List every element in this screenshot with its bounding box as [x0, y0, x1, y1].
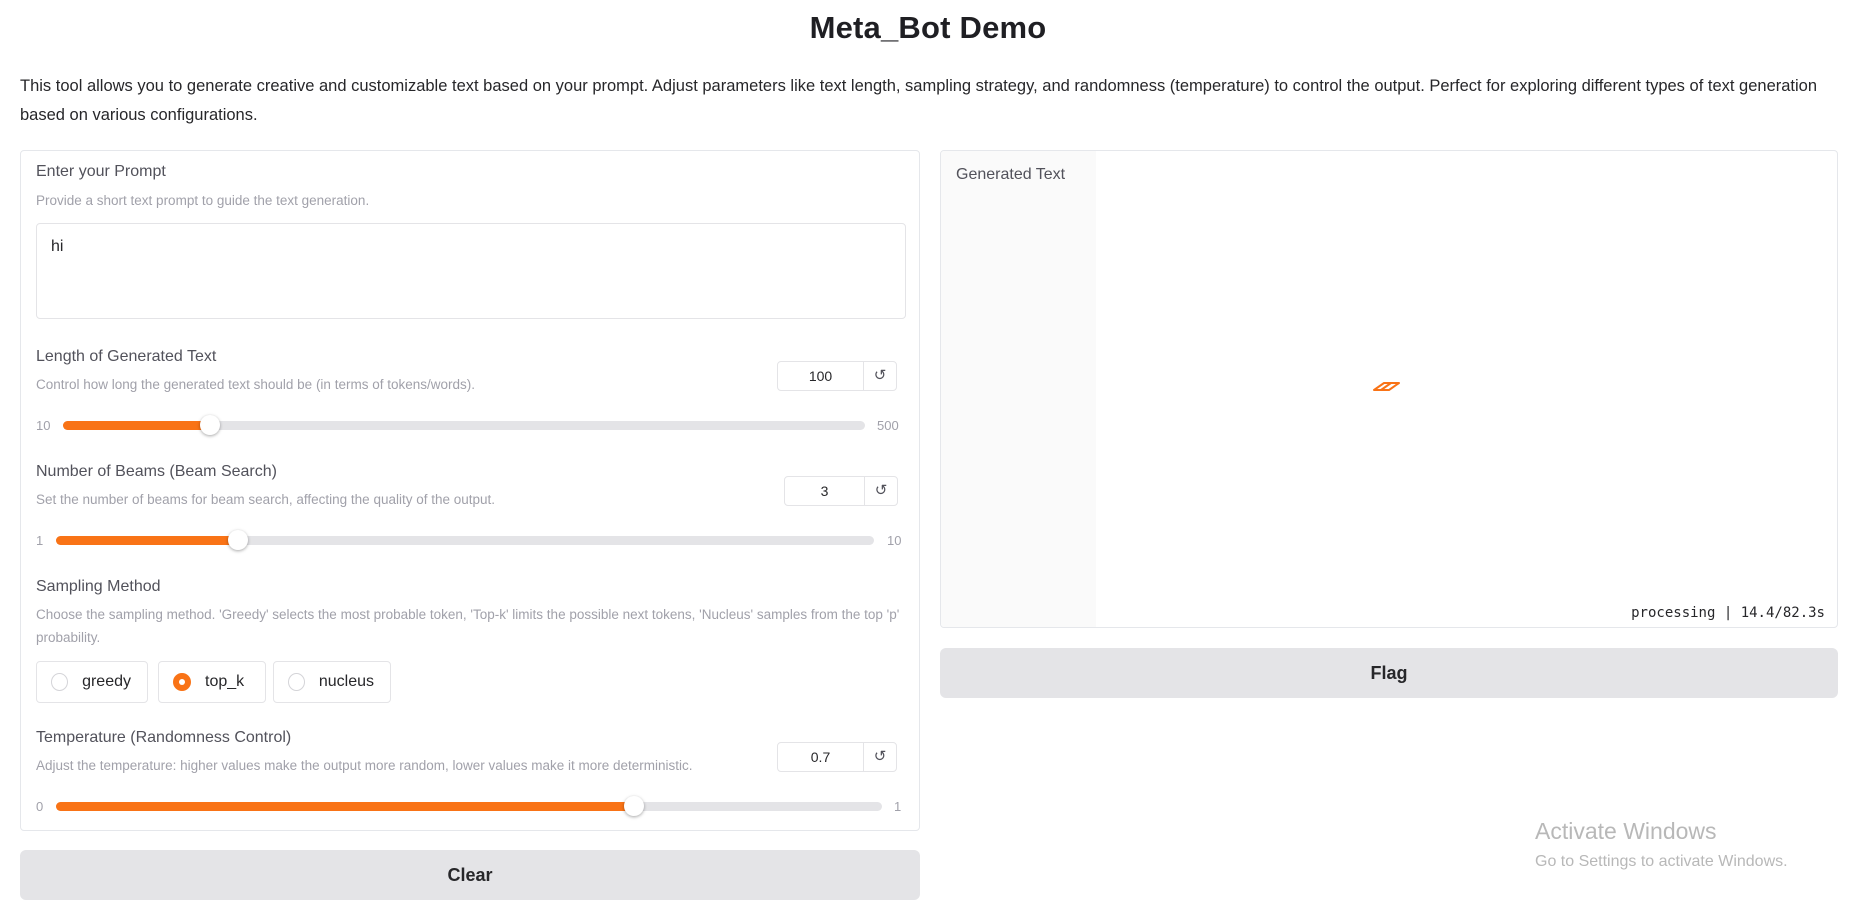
beams-slider-thumb[interactable] [227, 530, 248, 550]
temperature-value[interactable]: 0.7 [778, 743, 863, 771]
flag-button[interactable]: Flag [940, 648, 1838, 698]
prompt-label: Enter your Prompt [36, 163, 166, 180]
output-label-column [941, 151, 1096, 627]
output-label: Generated Text [956, 166, 1066, 183]
length-min: 10 [36, 418, 51, 433]
inputs-panel: Enter your Prompt Provide a short text p… [20, 150, 920, 831]
radio-greedy[interactable]: greedy [36, 661, 148, 703]
temperature-reset-icon[interactable]: ↺ [863, 743, 896, 771]
status-text: processing | 14.4/82.3s [1631, 605, 1825, 621]
sampling-info: Choose the sampling method. 'Greedy' sel… [36, 607, 900, 645]
length-reset-icon[interactable]: ↺ [863, 362, 896, 390]
beams-slider[interactable] [56, 530, 874, 550]
prompt-info: Provide a short text prompt to guide the… [36, 193, 370, 208]
temperature-number-input[interactable]: 0.7 ↺ [777, 742, 897, 772]
radio-greedy-label: greedy [82, 673, 131, 690]
radio-greedy-circle [51, 673, 69, 691]
watermark-subtitle: Go to Settings to activate Windows. [1535, 853, 1788, 870]
radio-nucleus-circle [288, 673, 305, 691]
beams-max: 10 [887, 533, 902, 548]
length-max: 500 [877, 418, 899, 433]
app-title: Meta_Bot Demo [809, 10, 1047, 45]
clear-button[interactable]: Clear [20, 850, 920, 900]
beams-min: 1 [36, 533, 44, 548]
temperature-info: Adjust the temperature: higher values ma… [36, 758, 693, 773]
temperature-slider-fill [56, 802, 635, 811]
output-panel: Generated Text processing | 14.4/82.3s [940, 150, 1838, 628]
prompt-input[interactable]: hi [36, 223, 906, 319]
radio-top-k-circle [173, 673, 191, 691]
beams-slider-fill [56, 536, 238, 545]
beams-number-input[interactable]: 3 ↺ [784, 476, 898, 506]
length-label: Length of Generated Text [36, 348, 217, 365]
beams-info: Set the number of beams for beam search,… [36, 492, 496, 507]
beams-value[interactable]: 3 [785, 477, 864, 505]
length-info: Control how long the generated text shou… [36, 377, 475, 392]
sampling-label: Sampling Method [36, 578, 161, 595]
radio-nucleus-label: nucleus [318, 673, 374, 690]
length-slider-thumb[interactable] [200, 415, 221, 435]
radio-top-k[interactable]: top_k [158, 661, 266, 703]
temperature-label: Temperature (Randomness Control) [36, 729, 292, 746]
radio-nucleus[interactable]: nucleus [273, 661, 391, 703]
loading-spinner-icon [1373, 382, 1400, 391]
temperature-slider[interactable] [56, 796, 882, 816]
temperature-slider-thumb[interactable] [624, 796, 645, 816]
length-number-input[interactable]: 100 ↺ [777, 361, 897, 391]
radio-top-k-label: top_k [205, 673, 245, 690]
length-value[interactable]: 100 [778, 362, 863, 390]
beams-label: Number of Beams (Beam Search) [36, 463, 277, 480]
temperature-min: 0 [36, 799, 44, 814]
length-slider[interactable] [63, 415, 865, 435]
app-description: This tool allows you to generate creativ… [20, 77, 1818, 124]
temperature-max: 1 [894, 799, 902, 814]
length-slider-fill [63, 421, 211, 430]
watermark-title: Activate Windows [1535, 818, 1717, 844]
beams-reset-icon[interactable]: ↺ [864, 477, 897, 505]
